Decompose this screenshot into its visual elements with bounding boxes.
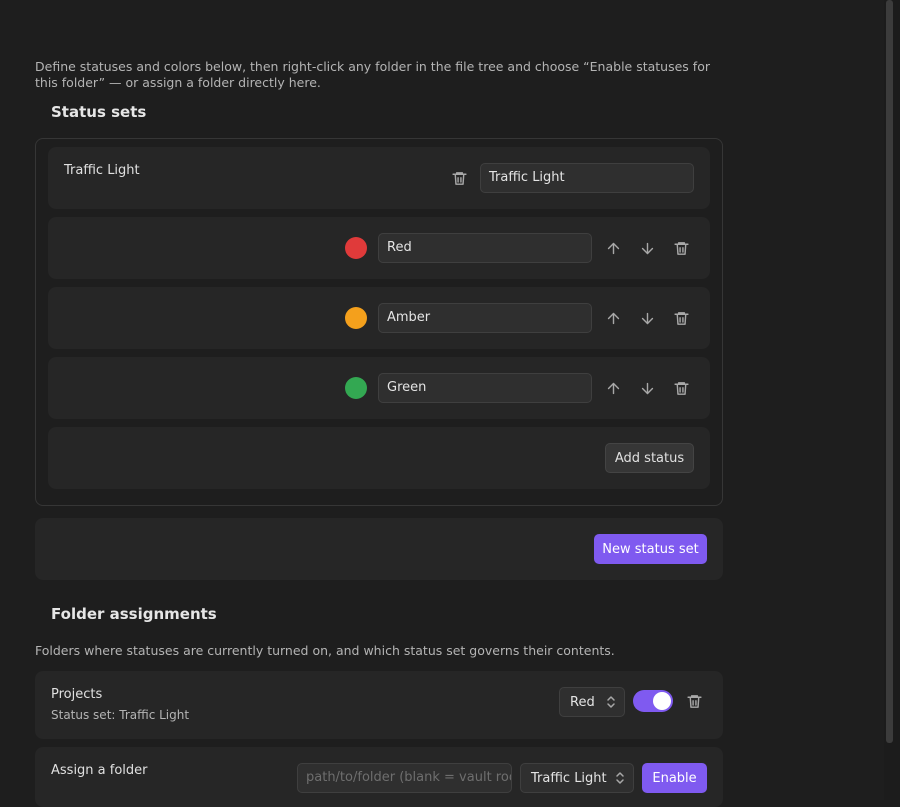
chevron-updown-icon bbox=[616, 772, 624, 784]
delete-status-button[interactable] bbox=[670, 237, 692, 259]
folder-assignments-desc: Folders where statuses are currently tur… bbox=[35, 643, 615, 658]
arrow-up-icon bbox=[607, 312, 619, 324]
color-swatch[interactable] bbox=[345, 377, 367, 399]
status-name-input[interactable]: Green bbox=[378, 373, 592, 403]
status-set-name-input[interactable]: Traffic Light bbox=[480, 163, 694, 193]
trash-icon bbox=[673, 241, 689, 255]
move-down-button[interactable] bbox=[636, 307, 658, 329]
arrow-down-icon bbox=[641, 242, 653, 254]
remove-assignment-button[interactable] bbox=[683, 690, 705, 712]
select-value: Traffic Light bbox=[531, 770, 607, 786]
select-value: Red bbox=[570, 694, 595, 710]
move-down-button[interactable] bbox=[636, 237, 658, 259]
intro-text: Define statuses and colors below, then r… bbox=[35, 59, 710, 90]
folder-status-set: Status set: Traffic Light bbox=[51, 708, 190, 722]
arrow-down-icon bbox=[641, 312, 653, 324]
trash-icon bbox=[451, 171, 467, 185]
assign-folder-label: Assign a folder bbox=[51, 763, 148, 778]
enable-button[interactable]: Enable bbox=[642, 763, 707, 793]
delete-status-button[interactable] bbox=[670, 307, 692, 329]
add-status-button[interactable]: Add status bbox=[605, 443, 694, 473]
trash-icon bbox=[673, 311, 689, 325]
status-sets-heading: Status sets bbox=[51, 103, 147, 121]
move-up-button[interactable] bbox=[602, 237, 624, 259]
status-set-select[interactable]: Traffic Light bbox=[520, 763, 634, 793]
status-set-header: Traffic Light Traffic Light bbox=[48, 147, 710, 209]
status-name-input[interactable]: Amber bbox=[378, 303, 592, 333]
move-up-button[interactable] bbox=[602, 377, 624, 399]
folder-assignment-row: Projects Status set: Traffic Light Red bbox=[35, 671, 723, 739]
toggle-knob bbox=[653, 692, 671, 710]
status-set-label: Traffic Light bbox=[64, 163, 140, 178]
default-status-select[interactable]: Red bbox=[559, 687, 625, 717]
new-status-set-row: New status set bbox=[35, 518, 723, 580]
move-up-button[interactable] bbox=[602, 307, 624, 329]
status-row: Red bbox=[48, 217, 710, 279]
color-swatch[interactable] bbox=[345, 237, 367, 259]
chevron-updown-icon bbox=[607, 696, 615, 708]
assign-folder-row: Assign a folder path/to/folder (blank = … bbox=[35, 747, 723, 807]
status-row: Green bbox=[48, 357, 710, 419]
new-status-set-button[interactable]: New status set bbox=[594, 534, 707, 564]
add-status-row: Add status bbox=[48, 427, 710, 489]
move-down-button[interactable] bbox=[636, 377, 658, 399]
enable-toggle[interactable] bbox=[633, 690, 673, 712]
delete-status-button[interactable] bbox=[670, 377, 692, 399]
delete-status-set-button[interactable] bbox=[448, 167, 470, 189]
trash-icon bbox=[673, 381, 689, 395]
folder-name: Projects bbox=[51, 687, 103, 702]
arrow-up-icon bbox=[607, 382, 619, 394]
folder-path-input[interactable]: path/to/folder (blank = vault root) bbox=[297, 763, 512, 793]
color-swatch[interactable] bbox=[345, 307, 367, 329]
arrow-down-icon bbox=[641, 382, 653, 394]
status-row: Amber bbox=[48, 287, 710, 349]
arrow-up-icon bbox=[607, 242, 619, 254]
trash-icon bbox=[686, 694, 702, 708]
scrollbar-thumb[interactable] bbox=[886, 0, 893, 743]
status-name-input[interactable]: Red bbox=[378, 233, 592, 263]
folder-assignments-heading: Folder assignments bbox=[51, 605, 217, 623]
